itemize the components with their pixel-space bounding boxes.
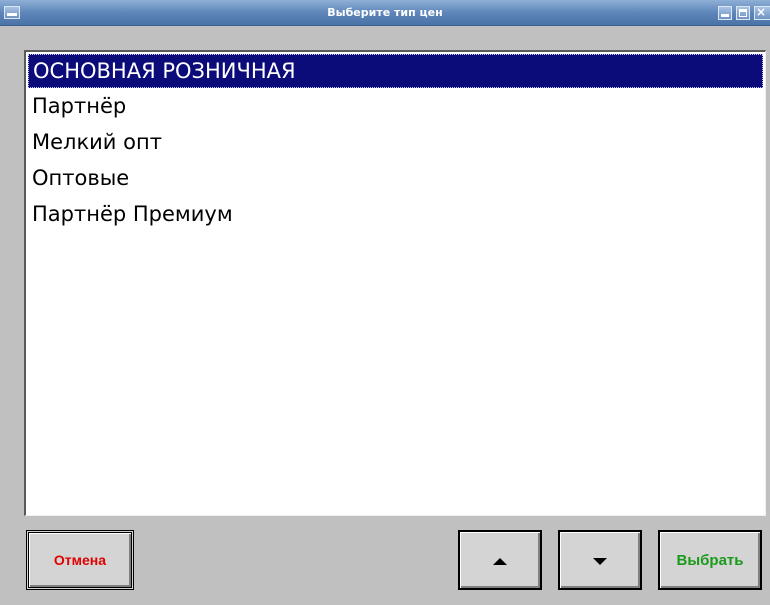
move-up-button[interactable] [458, 530, 542, 590]
close-icon[interactable]: × [754, 5, 770, 20]
minimize-icon[interactable] [718, 6, 732, 20]
arrow-up-icon [493, 557, 507, 565]
maximize-icon[interactable] [736, 6, 750, 20]
cancel-button[interactable]: Отмена [26, 530, 134, 590]
list-item[interactable]: Мелкий опт [28, 124, 763, 160]
window-title: Выберите тип цен [327, 6, 443, 19]
price-type-dialog: Выберите тип цен × ОСНОВНАЯ РОЗНИЧНАЯ Па… [0, 0, 770, 605]
title-bar[interactable]: Выберите тип цен × [0, 0, 770, 26]
list-item[interactable]: Партнёр Премиум [28, 196, 763, 232]
list-item[interactable]: Партнёр [28, 88, 763, 124]
move-down-button[interactable] [558, 530, 642, 590]
list-item[interactable]: ОСНОВНАЯ РОЗНИЧНАЯ [28, 54, 763, 88]
select-button[interactable]: Выбрать [658, 530, 762, 590]
price-type-list[interactable]: ОСНОВНАЯ РОЗНИЧНАЯ Партнёр Мелкий опт Оп… [24, 50, 766, 516]
arrow-down-icon [593, 557, 607, 565]
list-item[interactable]: Оптовые [28, 160, 763, 196]
